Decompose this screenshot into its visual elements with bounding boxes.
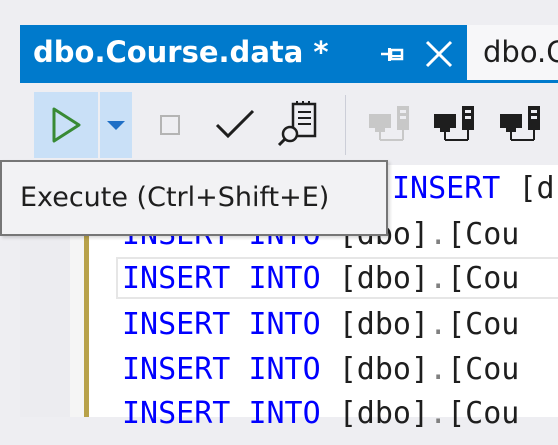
tooltip-text: Execute (Ctrl+Shift+E): [20, 182, 330, 213]
stop-icon: [160, 115, 180, 135]
change-connection-icon: [500, 106, 540, 141]
tab-dbo-c[interactable]: dbo.C: [467, 25, 558, 80]
chevron-down-icon: [107, 121, 125, 130]
tab-title: dbo.C: [483, 35, 558, 69]
code-line: INSERT [d: [392, 171, 555, 206]
stop-button[interactable]: [150, 103, 190, 147]
query-toolbar: [20, 83, 558, 165]
tab-title: dbo.Course.data *: [33, 35, 329, 69]
execute-dropdown-button[interactable]: [100, 92, 132, 158]
connect-icon: [369, 106, 409, 141]
code-line: INSERT INTO [dbo].[Cou: [122, 307, 520, 342]
parse-button[interactable]: [212, 101, 258, 147]
execute-button[interactable]: [34, 92, 98, 158]
execution-plan-icon: [277, 101, 317, 146]
document-tab-strip: dbo.Course.data * dbo.C: [0, 0, 558, 83]
code-line: INSERT INTO [dbo].[Cou: [122, 396, 520, 431]
pin-icon[interactable]: [375, 37, 409, 71]
change-connection-button[interactable]: [496, 101, 546, 147]
tab-dbo-course-data[interactable]: dbo.Course.data *: [20, 25, 467, 80]
toolbar-separator: [345, 95, 346, 155]
play-icon: [52, 107, 81, 143]
execute-tooltip: Execute (Ctrl+Shift+E): [0, 160, 388, 236]
connect-button[interactable]: [366, 101, 414, 147]
checkmark-icon: [215, 109, 255, 139]
disconnect-icon: [434, 106, 474, 141]
code-line: INSERT INTO [dbo].[Cou: [122, 261, 520, 296]
close-icon[interactable]: [422, 37, 456, 71]
disconnect-button[interactable]: [430, 101, 480, 147]
code-line: INSERT INTO [dbo].[Cou: [122, 352, 520, 387]
display-estimated-plan-button[interactable]: [273, 97, 325, 149]
